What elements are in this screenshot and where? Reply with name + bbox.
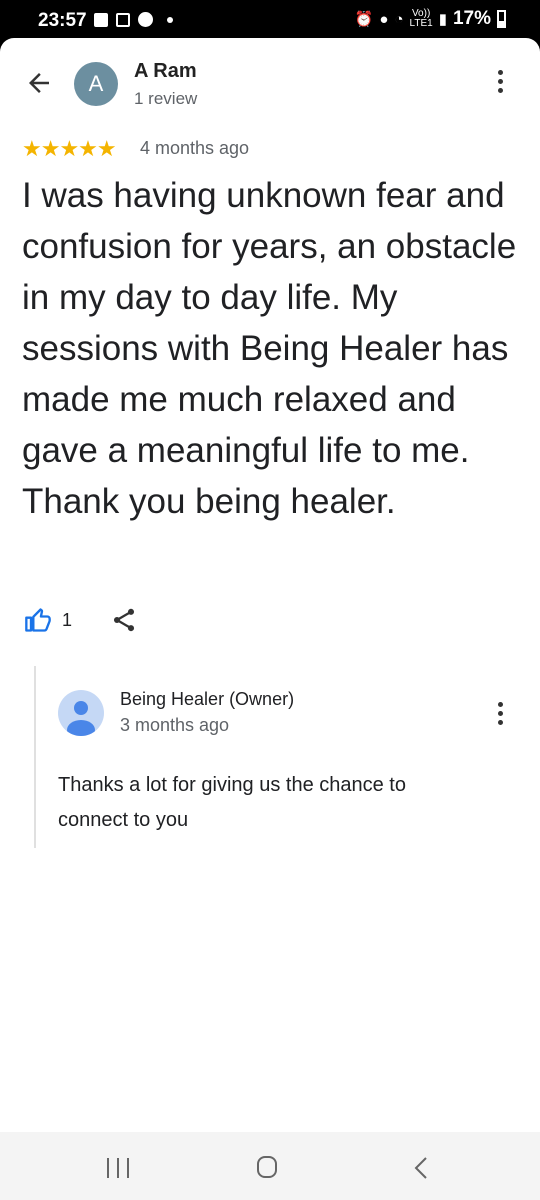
notification-icons: [94, 12, 173, 27]
share-icon[interactable]: [110, 606, 138, 634]
gallery-icon: [94, 12, 108, 27]
status-time: 23:57: [38, 10, 87, 31]
network-label: Vo)) LTE1: [409, 8, 433, 29]
reply-divider: [34, 666, 36, 848]
owner-name: Being Healer (Owner): [120, 689, 295, 709]
owner-reply-text: Thanks a lot for giving us the chance to…: [58, 774, 406, 831]
status-bar: 23:57 ⏰ ● ◔ Vo)) LTE1 ▮ 17%: [0, 0, 540, 40]
alarm-icon: ⏰: [354, 11, 374, 28]
home-icon[interactable]: [257, 1156, 277, 1178]
signal-icon: ▮: [438, 11, 447, 28]
wifi-icon: ◔: [394, 10, 404, 28]
calendar-icon: [116, 12, 130, 27]
battery-icon: [497, 10, 506, 28]
navigation-bar: [0, 1132, 540, 1200]
like-count: 1: [62, 610, 73, 630]
more-vert-icon[interactable]: [490, 70, 510, 96]
more-notifications-icon: [167, 16, 173, 23]
battery-percent: 17%: [452, 8, 491, 29]
star-rating: ★★★★★: [22, 136, 117, 161]
owner-avatar-icon[interactable]: [58, 690, 104, 736]
location-icon: ●: [379, 10, 389, 28]
thumbs-up-icon[interactable]: [24, 606, 52, 634]
owner-reply-time: 3 months ago: [120, 715, 230, 735]
facebook-icon: [138, 12, 153, 27]
arrow-back-icon[interactable]: [24, 68, 54, 98]
recents-icon[interactable]: [107, 1158, 129, 1178]
nav-back-icon[interactable]: [412, 1156, 430, 1180]
reviewer-name[interactable]: A Ram: [134, 60, 197, 83]
reply-more-vert-icon[interactable]: [490, 702, 510, 728]
reviewer-avatar[interactable]: A: [74, 62, 118, 106]
system-icons: ⏰ ● ◔ Vo)) LTE1 ▮ 17%: [355, 8, 506, 30]
review-screen: A A Ram 1 review ★★★★★ 4 months ago I wa…: [0, 38, 540, 1132]
review-time: 4 months ago: [140, 138, 250, 158]
review-text: I was having unknown fear and confusion …: [22, 176, 517, 521]
reviewer-review-count: 1 review: [134, 89, 198, 108]
